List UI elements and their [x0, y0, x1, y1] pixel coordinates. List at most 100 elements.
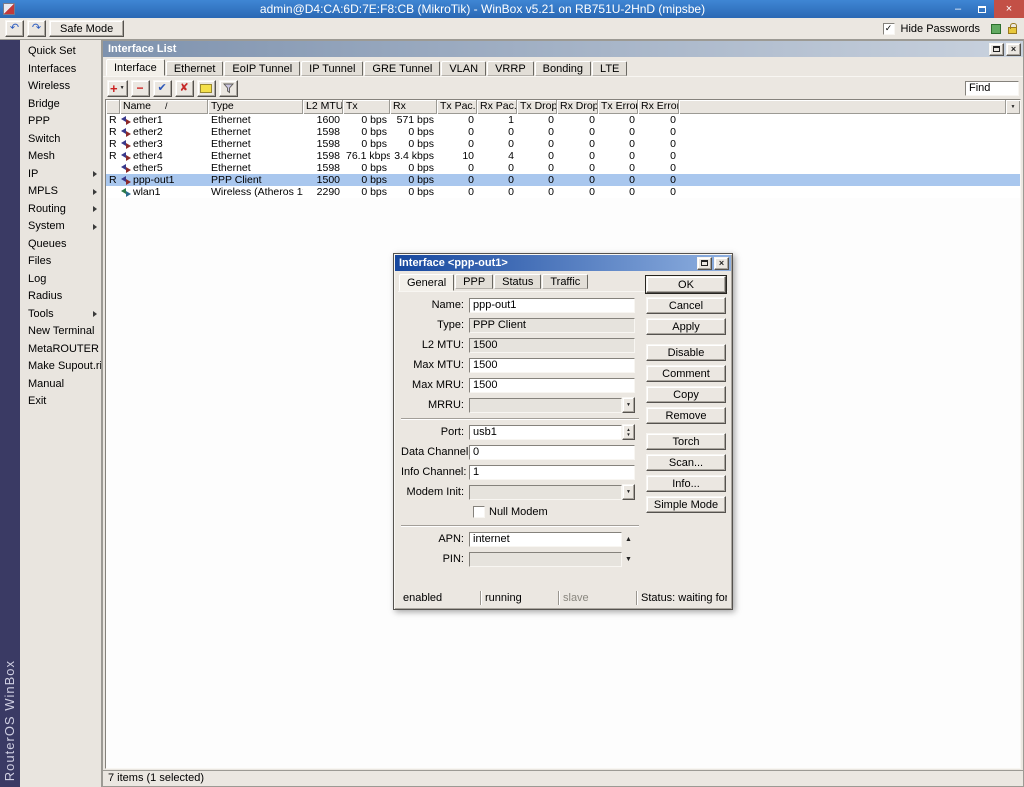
sidebar-item-tools[interactable]: Tools	[20, 306, 101, 324]
column-header-tx-errors[interactable]: Tx Errors	[598, 100, 638, 114]
copy-button[interactable]: Copy	[646, 386, 726, 403]
table-row[interactable]: R ether1 Ethernet 1600 0 bps 571 bps 0 1…	[106, 114, 1020, 126]
info-button[interactable]: Info...	[646, 475, 726, 492]
disable-button[interactable]: Disable	[646, 344, 726, 361]
tab-lte[interactable]: LTE	[592, 61, 627, 76]
table-row[interactable]: R ether3 Ethernet 1598 0 bps 0 bps 0 0 0…	[106, 138, 1020, 150]
comment-button[interactable]	[197, 80, 216, 97]
sidebar-item-metarouter[interactable]: MetaROUTER	[20, 341, 101, 359]
port-input[interactable]	[469, 425, 622, 440]
column-header-rx-packets[interactable]: Rx Pac...	[477, 100, 517, 114]
tab-ip-tunnel[interactable]: IP Tunnel	[301, 61, 363, 76]
sidebar-item-ip[interactable]: IP	[20, 166, 101, 184]
table-row[interactable]: wlan1 Wireless (Atheros 11N) 2290 0 bps …	[106, 186, 1020, 198]
sidebar-item-quick-set[interactable]: Quick Set	[20, 43, 101, 61]
column-header-rx[interactable]: Rx	[390, 100, 437, 114]
column-header-type[interactable]: Type	[208, 100, 303, 114]
undo-button[interactable]: ↶	[5, 20, 24, 37]
collapse-up-icon[interactable]: ▲	[622, 536, 635, 543]
null-modem-checkbox[interactable]	[473, 506, 485, 518]
disable-button[interactable]: ✘	[175, 80, 194, 97]
cancel-button[interactable]: Cancel	[646, 297, 726, 314]
tab-vlan[interactable]: VLAN	[441, 61, 486, 76]
tab-eoip-tunnel[interactable]: EoIP Tunnel	[224, 61, 300, 76]
hide-passwords-checkbox[interactable]: ✓	[883, 23, 895, 35]
max-mtu-input[interactable]	[469, 358, 635, 373]
tab-traffic[interactable]: Traffic	[542, 274, 588, 289]
redo-button[interactable]: ↷	[27, 20, 46, 37]
sidebar-item-ppp[interactable]: PPP	[20, 113, 101, 131]
sidebar-item-files[interactable]: Files	[20, 253, 101, 271]
sidebar-item-manual[interactable]: Manual	[20, 376, 101, 394]
add-button[interactable]: + ▼	[107, 80, 128, 97]
sidebar-item-wireless[interactable]: Wireless	[20, 78, 101, 96]
restore-button[interactable]	[989, 43, 1004, 56]
info-channel-input[interactable]	[469, 465, 635, 480]
remove-button[interactable]: −	[131, 80, 150, 97]
column-header-rx-drops[interactable]: Rx Drops	[557, 100, 598, 114]
sidebar-item-exit[interactable]: Exit	[20, 393, 101, 411]
column-header-rx-errors[interactable]: Rx Errors	[638, 100, 679, 114]
apn-input[interactable]	[469, 532, 622, 547]
apply-button[interactable]: Apply	[646, 318, 726, 335]
column-header-tx[interactable]: Tx	[343, 100, 390, 114]
modem-init-input[interactable]	[469, 485, 622, 500]
max-mru-input[interactable]	[469, 378, 635, 393]
table-row-selected[interactable]: R ppp-out1 PPP Client 1500 0 bps 0 bps 0…	[106, 174, 1020, 186]
tab-vrrp[interactable]: VRRP	[487, 61, 534, 76]
torch-button[interactable]: Torch	[646, 433, 726, 450]
pin-input[interactable]	[469, 552, 622, 567]
find-box[interactable]: Find	[965, 81, 1019, 96]
tab-general[interactable]: General	[399, 274, 454, 291]
column-header-flags[interactable]	[106, 100, 120, 114]
column-header-tx-packets[interactable]: Tx Pac...	[437, 100, 477, 114]
filter-button[interactable]	[219, 80, 238, 97]
enable-button[interactable]: ✔	[153, 80, 172, 97]
tab-gre-tunnel[interactable]: GRE Tunnel	[364, 61, 440, 76]
minimize-button[interactable]: –	[946, 0, 970, 18]
sidebar-item-new-terminal[interactable]: New Terminal	[20, 323, 101, 341]
comment-button[interactable]: Comment	[646, 365, 726, 382]
sidebar-item-bridge[interactable]: Bridge	[20, 96, 101, 114]
dialog-maximize-button[interactable]	[697, 257, 712, 270]
dialog-close-button[interactable]: ×	[714, 257, 729, 270]
tab-interface[interactable]: Interface	[106, 59, 165, 76]
tab-bonding[interactable]: Bonding	[535, 61, 591, 76]
modem-init-dropdown-button[interactable]: ▼	[622, 484, 635, 500]
tab-status[interactable]: Status	[494, 274, 541, 289]
port-spinner[interactable]: ▲▼	[622, 424, 635, 440]
table-row[interactable]: R ether2 Ethernet 1598 0 bps 0 bps 0 0 0…	[106, 126, 1020, 138]
sidebar-item-switch[interactable]: Switch	[20, 131, 101, 149]
close-list-button[interactable]: ×	[1006, 43, 1021, 56]
tab-ethernet[interactable]: Ethernet	[166, 61, 224, 76]
table-row[interactable]: ether5 Ethernet 1598 0 bps 0 bps 0 0 0 0…	[106, 162, 1020, 174]
sidebar-item-interfaces[interactable]: Interfaces	[20, 61, 101, 79]
scan-button[interactable]: Scan...	[646, 454, 726, 471]
mrru-input[interactable]	[469, 398, 622, 413]
sidebar-item-make-supout[interactable]: Make Supout.rif	[20, 358, 101, 376]
sidebar-item-routing[interactable]: Routing	[20, 201, 101, 219]
column-header-tx-drops[interactable]: Tx Drops	[517, 100, 557, 114]
close-button[interactable]: ×	[994, 0, 1024, 18]
maximize-button[interactable]	[970, 0, 994, 18]
sidebar-item-mpls[interactable]: MPLS	[20, 183, 101, 201]
safe-mode-button[interactable]: Safe Mode	[49, 20, 124, 37]
table-row[interactable]: R ether4 Ethernet 1598 76.1 kbps 3.4 kbp…	[106, 150, 1020, 162]
simple-mode-button[interactable]: Simple Mode	[646, 496, 726, 513]
remove-button[interactable]: Remove	[646, 407, 726, 424]
tab-ppp[interactable]: PPP	[455, 274, 493, 289]
expand-down-icon[interactable]: ▼	[622, 556, 635, 563]
sidebar-item-system[interactable]: System	[20, 218, 101, 236]
ok-button[interactable]: OK	[646, 276, 726, 293]
name-input[interactable]	[469, 298, 635, 313]
data-channel-input[interactable]	[469, 445, 635, 460]
sidebar-item-radius[interactable]: Radius	[20, 288, 101, 306]
sidebar-item-queues[interactable]: Queues	[20, 236, 101, 254]
sidebar-item-log[interactable]: Log	[20, 271, 101, 289]
mrru-dropdown-button[interactable]: ▼	[622, 397, 635, 413]
column-header-name[interactable]: Name/	[120, 100, 208, 114]
column-header-l2mtu[interactable]: L2 MTU	[303, 100, 343, 114]
column-select-button[interactable]: ▼	[1006, 100, 1020, 114]
null-modem-label[interactable]: Null Modem	[489, 506, 548, 518]
hide-passwords-label[interactable]: Hide Passwords	[901, 23, 980, 35]
